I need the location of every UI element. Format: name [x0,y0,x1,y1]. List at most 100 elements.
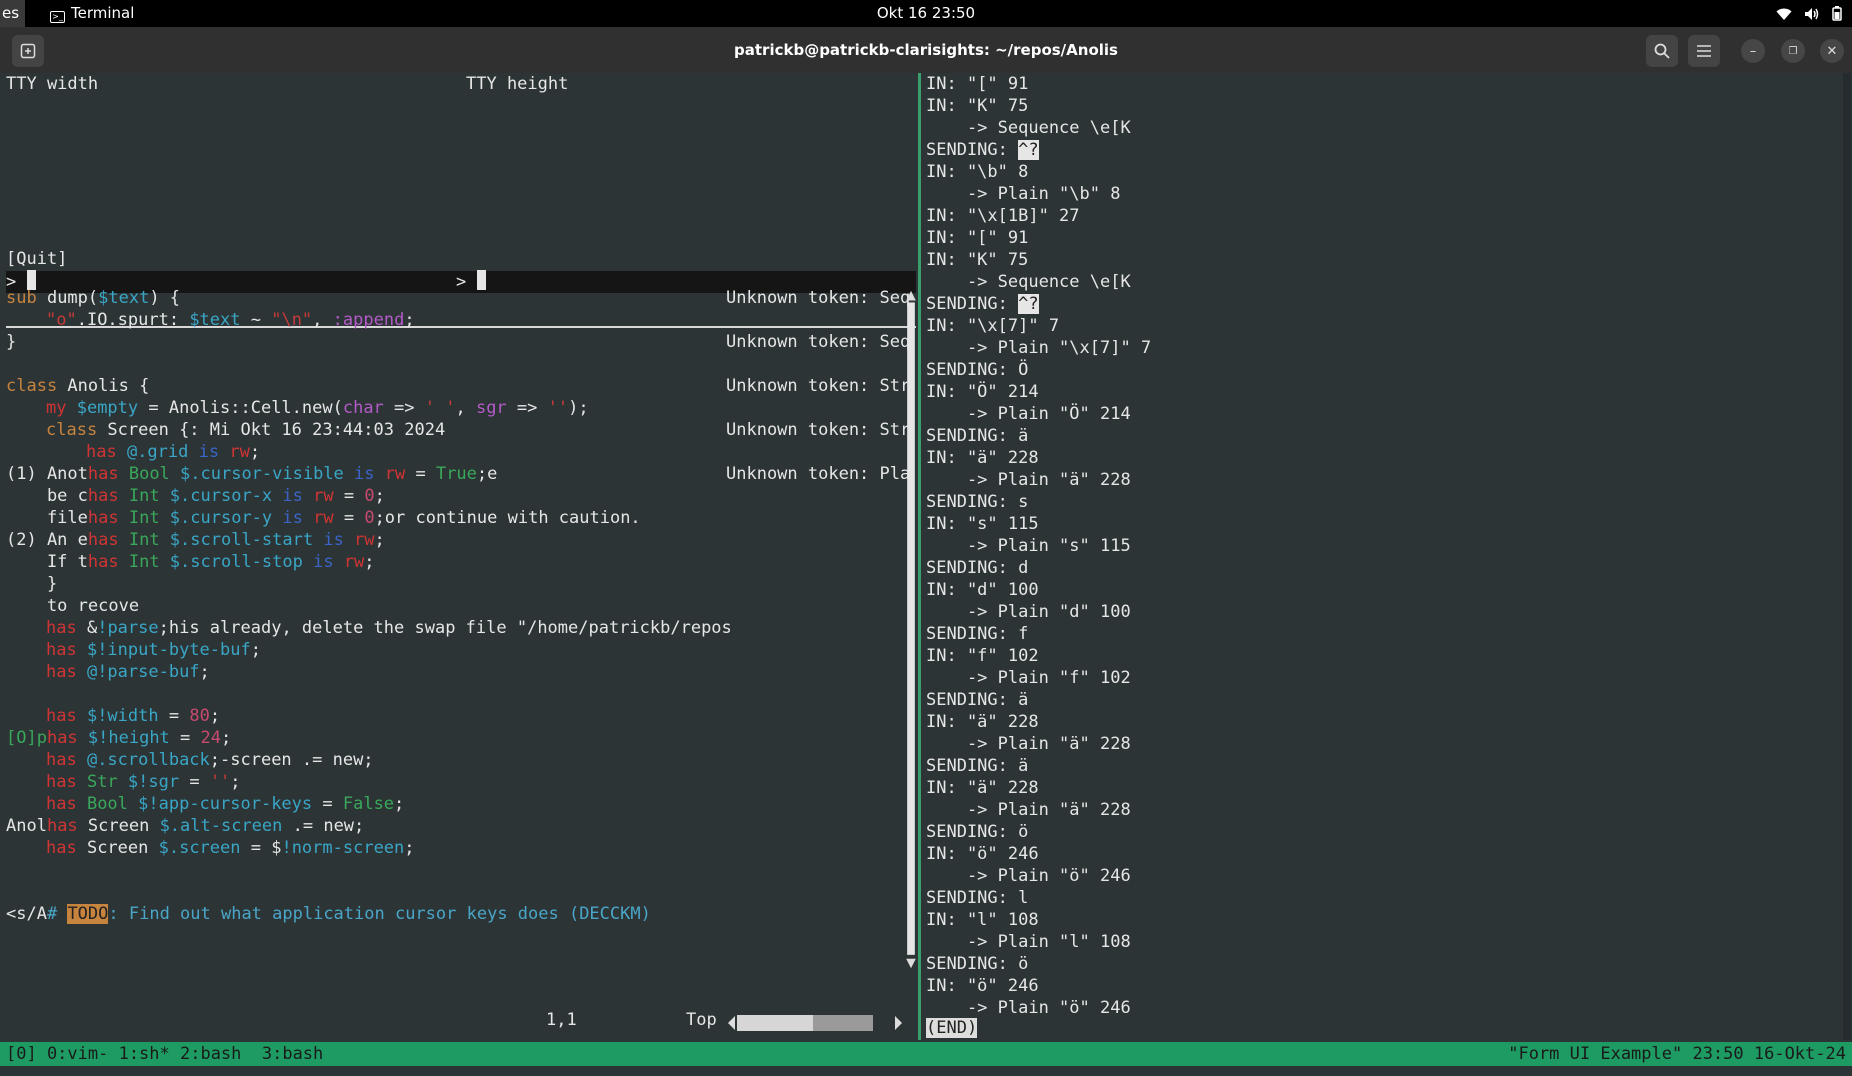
vertical-scrollbar[interactable] [905,289,917,999]
code-line: has Screen $.screen = $!norm-screen; [46,838,415,858]
scroll-position: Top [686,1010,717,1030]
log-line: IN: "K" 75 [926,250,1029,270]
wifi-icon [1776,8,1792,20]
log-line: -> Plain "ö" 246 [926,866,1131,886]
unknown-token-message: Unknown token: Seq [726,288,911,308]
terminal-area[interactable]: TTY width TTY height > > [Quit] sub dump… [0,73,1852,1076]
battery-icon [1832,6,1842,21]
prompt-marker: > [456,272,467,292]
log-line: IN: "ä" 228 [926,778,1039,798]
clock[interactable]: Okt 16 23:50 [0,0,1852,27]
log-line: SENDING: ä [926,690,1029,710]
log-line: SENDING: d [926,558,1029,578]
log-line: -> Plain "ä" 228 [926,470,1131,490]
code-line: <s/A# TODO: Find out what application cu… [6,904,651,924]
pane-separator[interactable] [918,73,921,1040]
log-line: IN: "ö" 246 [926,844,1039,864]
log-line: SENDING: ö [926,954,1029,974]
log-line: IN: "\x[7]" 7 [926,316,1060,336]
log-line: IN: "l" 108 [926,910,1039,930]
unknown-token-message: Unknown token: Seq [726,332,911,352]
log-line: -> Plain "\x[7]" 7 [926,338,1152,358]
log-line: SENDING: ä [926,756,1029,776]
code-line: filehas Int $.cursor-y is rw = 0;or cont… [6,508,641,528]
control-char: ^? [1018,140,1039,160]
log-line: -> Plain "l" 108 [926,932,1131,952]
log-line: IN: "f" 102 [926,646,1039,666]
code-line: has $!input-byte-buf; [46,640,261,660]
quit-button[interactable]: [Quit] [6,248,67,270]
log-line: SENDING: ö [926,822,1029,842]
log-line: IN: "Ö" 214 [926,382,1039,402]
minimize-icon: – [1749,43,1757,59]
menu-button[interactable] [1688,35,1720,67]
hamburger-menu-icon [1697,45,1711,57]
log-line: SENDING: Ö [926,360,1029,380]
code-line: sub dump($text) { [6,288,181,308]
code-line: (2) An ehas Int $.scroll-start is rw; [6,530,385,550]
app-menu[interactable]: >_ Terminal [50,0,134,27]
activities-button[interactable]: es [0,0,26,27]
log-line: IN: "[" 91 [926,228,1029,248]
log-line: IN: "ä" 228 [926,448,1039,468]
log-line: -> Plain "\b" 8 [926,184,1121,204]
unknown-token-message: Unknown token: Str [726,376,911,396]
close-button[interactable]: ✕ [1820,39,1844,63]
terminal-icon: >_ [50,11,65,23]
close-icon: ✕ [1826,43,1838,59]
code-line: has Str $!sgr = ''; [46,772,241,792]
log-line: IN: "ä" 228 [926,712,1039,732]
tmux-status-right: "Form UI Example" 23:50 16-Okt-24 [1508,1044,1846,1064]
volume-icon [1805,7,1819,20]
log-line: -> Plain "ä" 228 [926,800,1131,820]
code-line: class Anolis { [6,376,150,396]
code-line: [O]phas $!height = 24; [6,728,232,748]
restore-button[interactable]: ❐ [1781,39,1805,63]
log-line: -> Plain "d" 100 [926,602,1131,622]
system-tray[interactable] [1776,0,1842,27]
pager-end-marker: (END) [926,1018,978,1038]
tmux-window-list[interactable]: [0] 0:vim- 1:sh* 2:bash 3:bash [6,1042,323,1066]
code-line: has $!width = 80; [46,706,221,726]
app-name: Terminal [71,4,135,22]
code-line: has @!parse-buf; [46,662,210,682]
log-line: -> Plain "ä" 228 [926,734,1131,754]
tty-width-label: TTY width [6,74,99,94]
cursor-position: 1,1 [546,1010,577,1030]
log-line: -> Sequence \e[K [926,272,1131,292]
log-line: SENDING: f [926,624,1029,644]
log-line: SENDING: l [926,888,1029,908]
control-char: ^? [1018,294,1039,314]
code-line: } [6,332,17,352]
log-line: IN: "[" 91 [926,74,1029,94]
code-line: "o".IO.spurt: $text ~ "\n", :append; [46,310,415,330]
log-line: IN: "\b" 8 [926,162,1029,182]
window-title-bar: patrickb@patrickb-clarisights: ~/repos/A… [0,27,1852,73]
right-scrollbar[interactable] [1843,73,1851,1040]
log-line: -> Plain "Ö" 214 [926,404,1131,424]
search-icon [1654,43,1670,59]
unknown-token-message: Unknown token: Str [726,420,911,440]
log-line: -> Plain "s" 115 [926,536,1131,556]
code-line: be chas Int $.cursor-x is rw = 0; [6,486,385,506]
code-line: Anolhas Screen $.alt-screen .= new; [6,816,365,836]
restore-icon: ❐ [1788,45,1798,57]
code-line: has @.grid is rw; [86,442,261,462]
window-title: patrickb@patrickb-clarisights: ~/repos/A… [734,41,1118,59]
log-line: IN: "\x[1B]" 27 [926,206,1080,226]
log-line: SENDING: ä [926,426,1029,446]
minimize-button[interactable]: – [1741,39,1765,63]
system-top-bar: es >_ Terminal Okt 16 23:50 [0,0,1852,27]
code-line: has &!parse;his already, delete the swap… [46,618,732,638]
code-line: (1) Anothas Bool $.cursor-visible is rw … [6,464,498,484]
tty-height-label: TTY height [466,74,569,94]
text-cursor [476,270,486,290]
horizontal-scrollbar[interactable] [726,1013,911,1033]
new-tab-button[interactable] [12,35,44,67]
search-button[interactable] [1646,35,1678,67]
tty-height-input[interactable]: > [456,270,486,293]
code-line: class Screen {: Mi Okt 16 23:44:03 2024 [46,420,446,440]
new-tab-icon [20,43,36,59]
code-line: to recove [6,596,140,616]
code-line: has @.scrollback;-screen .= new; [46,750,374,770]
